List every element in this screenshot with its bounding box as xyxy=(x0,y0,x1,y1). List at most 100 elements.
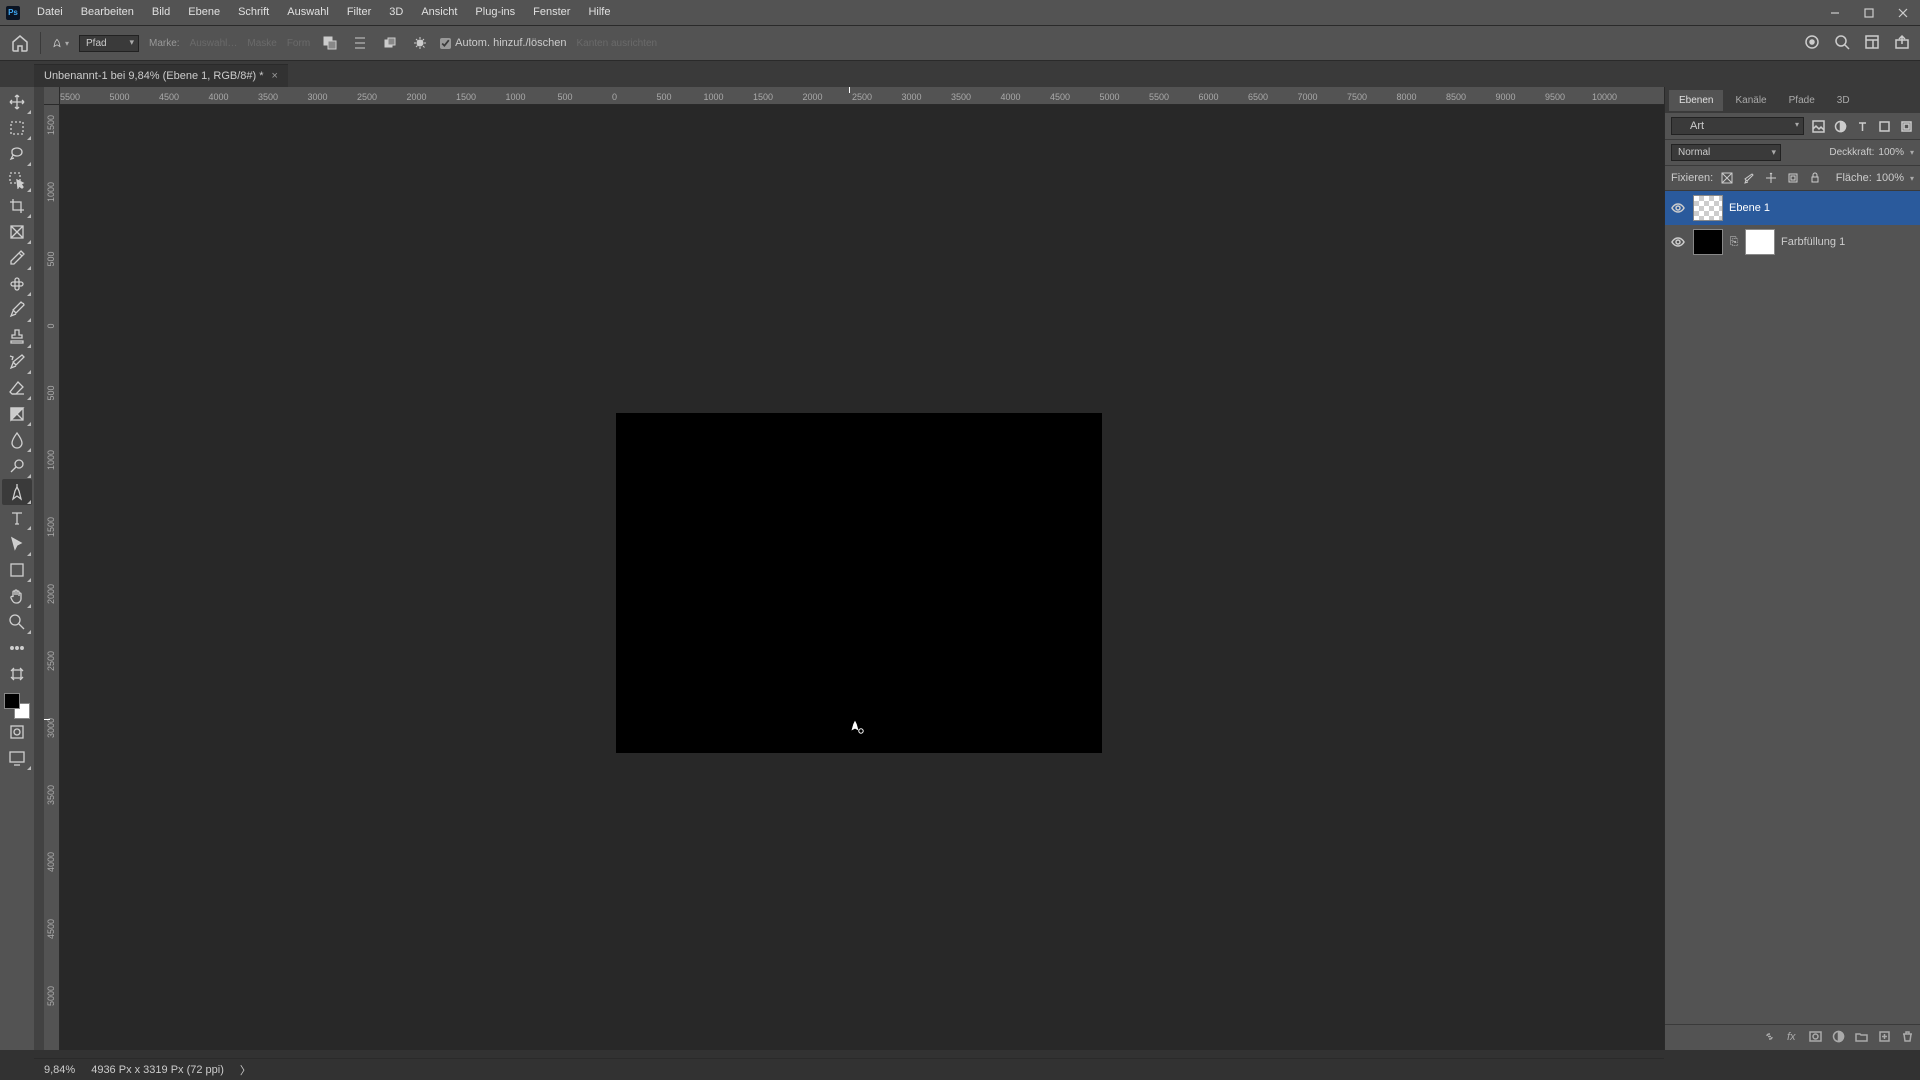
path-select-tool[interactable] xyxy=(2,531,32,557)
frame-tool[interactable] xyxy=(2,219,32,245)
pen-tool[interactable] xyxy=(2,479,32,505)
hand-tool[interactable] xyxy=(2,583,32,609)
eraser-tool[interactable] xyxy=(2,375,32,401)
layer-name[interactable]: Ebene 1 xyxy=(1729,202,1770,214)
type-tool[interactable] xyxy=(2,505,32,531)
auto-add-delete-checkbox[interactable]: Autom. hinzuf./löschen xyxy=(440,37,566,49)
auswahl-button[interactable]: Auswahl… xyxy=(190,38,238,49)
cloud-docs-icon[interactable] xyxy=(1804,34,1820,53)
menu-datei[interactable]: Datei xyxy=(28,0,72,25)
document-tab[interactable]: Unbenannt-1 bei 9,84% (Ebene 1, RGB/8#) … xyxy=(34,64,288,87)
filter-smart-icon[interactable] xyxy=(1898,118,1914,134)
lock-all-icon[interactable] xyxy=(1807,170,1823,186)
layer-thumbnail[interactable] xyxy=(1693,195,1723,221)
canvas-surface[interactable] xyxy=(60,105,1664,1050)
heal-tool[interactable] xyxy=(2,271,32,297)
home-button[interactable] xyxy=(10,33,30,53)
fill-value[interactable]: 100% xyxy=(1876,172,1904,184)
blend-mode-select[interactable]: Normal xyxy=(1671,144,1781,161)
layer-filter-select[interactable]: Art▾ xyxy=(1671,117,1804,135)
object-select-tool[interactable] xyxy=(2,167,32,193)
menu-ebene[interactable]: Ebene xyxy=(179,0,229,25)
new-layer-icon[interactable] xyxy=(1878,1030,1891,1046)
menu-hilfe[interactable]: Hilfe xyxy=(579,0,619,25)
filter-shape-icon[interactable] xyxy=(1876,118,1892,134)
opacity-value[interactable]: 100% xyxy=(1878,147,1904,158)
tab-pfade[interactable]: Pfade xyxy=(1779,90,1825,111)
eyedropper-tool[interactable] xyxy=(2,245,32,271)
filter-adjust-icon[interactable] xyxy=(1832,118,1848,134)
layer-mask-icon[interactable] xyxy=(1809,1030,1822,1046)
window-minimize-button[interactable] xyxy=(1818,0,1852,25)
path-align-icon[interactable] xyxy=(350,33,370,53)
zoom-tool[interactable] xyxy=(2,609,32,635)
history-brush-tool[interactable] xyxy=(2,349,32,375)
adjustment-layer-icon[interactable] xyxy=(1832,1030,1845,1046)
menu-filter[interactable]: Filter xyxy=(338,0,380,25)
tab-3d[interactable]: 3D xyxy=(1827,90,1860,111)
vertical-ruler[interactable]: 1500100050005001000150020002500300035004… xyxy=(44,105,60,1050)
workspace-icon[interactable] xyxy=(1864,34,1880,53)
layer-visibility-toggle[interactable] xyxy=(1669,199,1687,217)
menu-3d[interactable]: 3D xyxy=(380,0,412,25)
gradient-tool[interactable] xyxy=(2,401,32,427)
layer-row[interactable]: ⎘ Farbfüllung 1 xyxy=(1665,225,1920,259)
shape-tool[interactable] xyxy=(2,557,32,583)
menu-schrift[interactable]: Schrift xyxy=(229,0,278,25)
share-icon[interactable] xyxy=(1894,34,1910,53)
document-tab-close-icon[interactable]: × xyxy=(272,70,278,82)
quickmask-toggle[interactable] xyxy=(2,719,32,745)
lock-transparency-icon[interactable] xyxy=(1719,170,1735,186)
menu-auswahl[interactable]: Auswahl xyxy=(278,0,338,25)
tab-ebenen[interactable]: Ebenen xyxy=(1669,90,1723,111)
status-more-icon[interactable]: 〉 xyxy=(240,1062,251,1078)
layer-name[interactable]: Farbfüllung 1 xyxy=(1781,236,1845,248)
move-tool[interactable] xyxy=(2,89,32,115)
document-canvas[interactable] xyxy=(616,413,1102,753)
menu-bearbeiten[interactable]: Bearbeiten xyxy=(72,0,143,25)
brush-tool[interactable] xyxy=(2,297,32,323)
menu-ansicht[interactable]: Ansicht xyxy=(412,0,466,25)
toolbar-more-icon[interactable] xyxy=(2,635,32,661)
lock-position-icon[interactable] xyxy=(1763,170,1779,186)
form-button[interactable]: Form xyxy=(287,38,310,49)
delete-layer-icon[interactable] xyxy=(1901,1030,1914,1046)
current-tool-icon[interactable]: ▾ xyxy=(51,34,69,52)
path-combine-icon[interactable] xyxy=(320,33,340,53)
crop-tool[interactable] xyxy=(2,193,32,219)
edit-toolbar-button[interactable] xyxy=(2,661,32,687)
search-icon[interactable] xyxy=(1834,34,1850,53)
dodge-tool[interactable] xyxy=(2,453,32,479)
stamp-tool[interactable] xyxy=(2,323,32,349)
lock-pixels-icon[interactable] xyxy=(1741,170,1757,186)
layer-fx-icon[interactable]: fx xyxy=(1786,1030,1799,1046)
screenmode-toggle[interactable] xyxy=(2,745,32,771)
menu-plugins[interactable]: Plug-ins xyxy=(466,0,524,25)
maske-button[interactable]: Maske xyxy=(247,38,276,49)
lock-artboard-icon[interactable] xyxy=(1785,170,1801,186)
tool-mode-select[interactable]: Pfad xyxy=(79,35,139,52)
foreground-color-swatch[interactable] xyxy=(4,693,20,709)
layer-group-icon[interactable] xyxy=(1855,1030,1868,1046)
link-layers-icon[interactable] xyxy=(1763,1030,1776,1046)
color-swatches[interactable] xyxy=(4,693,30,719)
window-close-button[interactable] xyxy=(1886,0,1920,25)
collapsed-panel-strip[interactable] xyxy=(34,87,44,1050)
layer-mask-thumbnail[interactable] xyxy=(1745,229,1775,255)
tab-kanaele[interactable]: Kanäle xyxy=(1725,90,1776,111)
menu-bild[interactable]: Bild xyxy=(143,0,179,25)
blur-tool[interactable] xyxy=(2,427,32,453)
window-maximize-button[interactable] xyxy=(1852,0,1886,25)
layer-visibility-toggle[interactable] xyxy=(1669,233,1687,251)
zoom-level[interactable]: 9,84% xyxy=(44,1064,75,1076)
document-info[interactable]: 4936 Px x 3319 Px (72 ppi) xyxy=(91,1064,224,1076)
marquee-tool[interactable] xyxy=(2,115,32,141)
filter-type-icon[interactable] xyxy=(1854,118,1870,134)
layer-row[interactable]: Ebene 1 xyxy=(1665,191,1920,225)
menu-fenster[interactable]: Fenster xyxy=(524,0,579,25)
filter-pixel-icon[interactable] xyxy=(1810,118,1826,134)
layer-thumbnail[interactable] xyxy=(1693,229,1723,255)
horizontal-ruler[interactable]: 5500500045004000350030002500200015001000… xyxy=(60,87,1664,105)
path-settings-gear-icon[interactable] xyxy=(410,33,430,53)
path-arrange-icon[interactable] xyxy=(380,33,400,53)
